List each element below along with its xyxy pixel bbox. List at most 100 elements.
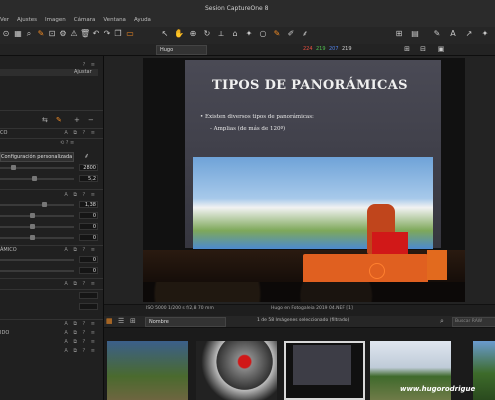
exposure-value[interactable]: 1,38 [79, 201, 98, 208]
menu-item-ver[interactable]: Ver [0, 17, 9, 23]
spot-icon[interactable]: ✦ [244, 29, 254, 39]
layout-icon[interactable]: ⊞ [394, 29, 404, 39]
capture-icon[interactable]: ⊙ [1, 29, 11, 39]
menu-item-ayuda[interactable]: Ayuda [134, 17, 151, 23]
gear-icon[interactable]: ⚙ [58, 29, 68, 39]
section-header-co[interactable]: CO [0, 130, 7, 136]
grid-view-icon[interactable]: ⊞ [130, 317, 136, 325]
exposure-warn-icon[interactable]: ▣ [436, 44, 446, 54]
menu-bar: Ver Ajustes Imagen Cámara Ventana Ayuda [0, 13, 160, 27]
shadow-value[interactable]: 0 [79, 267, 98, 274]
arrow-upright-icon[interactable]: ↗ [464, 29, 474, 39]
section-controls-icon[interactable]: A ⧉ ? ≡ [64, 192, 97, 198]
eyedropper-icon[interactable]: ⸙ [84, 152, 89, 161]
straighten-icon[interactable]: ⟂ [216, 29, 226, 39]
shadow-slider[interactable] [0, 270, 74, 272]
cursor-icon[interactable]: ↖ [160, 29, 170, 39]
menu-item-ventana[interactable]: Ventana [103, 17, 126, 23]
section-controls-icon[interactable]: A ⧉ ? ≡ [64, 330, 97, 336]
warning-icon[interactable]: ⚠ [69, 29, 79, 39]
remove-icon[interactable]: − [88, 116, 94, 124]
contrast-slider-knob[interactable] [30, 213, 35, 218]
thumbnail[interactable] [473, 341, 495, 400]
rgb-g-value: 219 [316, 46, 326, 52]
exif-info: ISO 5000 1/200 s f/2,8 70 mm [146, 306, 214, 311]
rotate-icon[interactable]: ↻ [202, 29, 212, 39]
zoom-icon[interactable]: ⊕ [188, 29, 198, 39]
circle-icon[interactable]: ○ [258, 29, 268, 39]
add-icon[interactable]: + [74, 116, 80, 124]
section-header-hdr[interactable]: ÁMICO [0, 247, 17, 253]
contrast-slider[interactable] [0, 215, 74, 217]
contrast-value[interactable]: 0 [79, 212, 98, 219]
help-icon[interactable]: A [448, 29, 458, 39]
saturation-slider-knob[interactable] [30, 235, 35, 240]
menu-item-imagen[interactable]: Imagen [45, 17, 66, 23]
menu-item-ajustes[interactable]: Ajustes [17, 17, 37, 23]
folders-icon[interactable]: ▭ [125, 29, 135, 39]
panel-controls-icon[interactable]: ? ≡ [83, 62, 97, 68]
proof-icon[interactable]: ⊟ [418, 44, 428, 54]
search-input[interactable]: Buscar RAW [452, 317, 495, 327]
settings-icon[interactable]: ✦ [480, 29, 490, 39]
rgb-b-value: 207 [329, 46, 339, 52]
slide-title: TIPOS DE PANORÁMICAS [212, 78, 408, 93]
section-controls-icon[interactable]: A ⧉ ? ≡ [64, 247, 97, 253]
kelvin-slider-knob[interactable] [11, 165, 16, 170]
loupe-icon[interactable]: ⌕ [24, 29, 34, 39]
section-controls-icon[interactable]: A ⧉ ? ≡ [64, 321, 97, 327]
pan-icon[interactable]: ✋ [174, 29, 184, 39]
eyedropper-icon[interactable]: ⸙ [300, 29, 310, 39]
grid-icon[interactable]: ▦ [13, 29, 23, 39]
ajustar-button[interactable]: Ajustar [74, 69, 92, 75]
thumbnail[interactable] [107, 341, 188, 400]
preset-select[interactable]: Hugo [156, 45, 207, 55]
search-icon[interactable]: ⌕ [440, 317, 444, 326]
exposure-slider[interactable] [0, 204, 74, 206]
menu-item-camara[interactable]: Cámara [74, 17, 96, 23]
keystone-icon[interactable]: ⌂ [230, 29, 240, 39]
section-controls-icon[interactable]: A ⧉ ? ≡ [64, 281, 97, 287]
thumbnail[interactable] [196, 341, 277, 400]
list-view-icon[interactable]: ☰ [118, 317, 124, 325]
redo-icon[interactable]: ↷ [102, 29, 112, 39]
copy-icon[interactable]: ❐ [113, 29, 123, 39]
wb-mode-select[interactable]: Configuración personalizada [0, 152, 74, 162]
saturation-value[interactable]: 0 [79, 234, 98, 241]
brightness-value[interactable]: 0 [79, 223, 98, 230]
brush-small-icon[interactable]: ✎ [56, 116, 62, 124]
tint-value[interactable]: 5,2 [79, 175, 98, 182]
sort-select[interactable]: Nombre [145, 317, 226, 327]
exposure-slider-knob[interactable] [42, 202, 47, 207]
section-controls-icon[interactable]: A ⧉ ? ≡ [64, 348, 97, 354]
thumbnail-view-icon[interactable]: ▦ [106, 317, 113, 325]
tint-slider-knob[interactable] [32, 176, 37, 181]
saturation-slider[interactable] [0, 237, 74, 239]
brush-icon[interactable]: ✎ [36, 29, 46, 39]
empty-value[interactable] [79, 303, 98, 310]
kelvin-value[interactable]: 2800 [79, 164, 98, 171]
tint-slider[interactable] [0, 178, 74, 180]
exposure-icon[interactable]: ▤ [410, 29, 420, 39]
brush-tool-icon[interactable]: ✎ [272, 29, 282, 39]
grid-view-icon[interactable]: ⊞ [402, 44, 412, 54]
edit-icon[interactable]: ✎ [432, 29, 442, 39]
highlight-slider[interactable] [0, 259, 74, 261]
brightness-slider-knob[interactable] [30, 224, 35, 229]
picker-icon[interactable]: ✐ [286, 29, 296, 39]
section-controls-icon[interactable]: A ⧉ ? ≡ [64, 339, 97, 345]
brightness-slider[interactable] [0, 226, 74, 228]
focus-point-icon[interactable] [369, 263, 385, 279]
undo-icon[interactable]: ↶ [91, 29, 101, 39]
sort-icon[interactable]: ⇆ [42, 116, 48, 124]
trash-icon[interactable]: 🗑 [80, 29, 90, 39]
section-controls-icon[interactable]: A ⧉ ? ≡ [64, 130, 97, 136]
empty-value[interactable] [79, 292, 98, 299]
crop-icon[interactable]: ⊡ [47, 29, 57, 39]
section-header-ido[interactable]: IDO [0, 330, 9, 336]
rgb-r-value: 224 [303, 46, 313, 52]
section-controls-icon[interactable]: ⟲ ? ≡ [60, 140, 74, 146]
selection-count: 1 de 58 Imágenes seleccionado (filtrado) [257, 318, 350, 323]
highlight-value[interactable]: 0 [79, 256, 98, 263]
thumbnail-slide-preview [293, 345, 351, 385]
